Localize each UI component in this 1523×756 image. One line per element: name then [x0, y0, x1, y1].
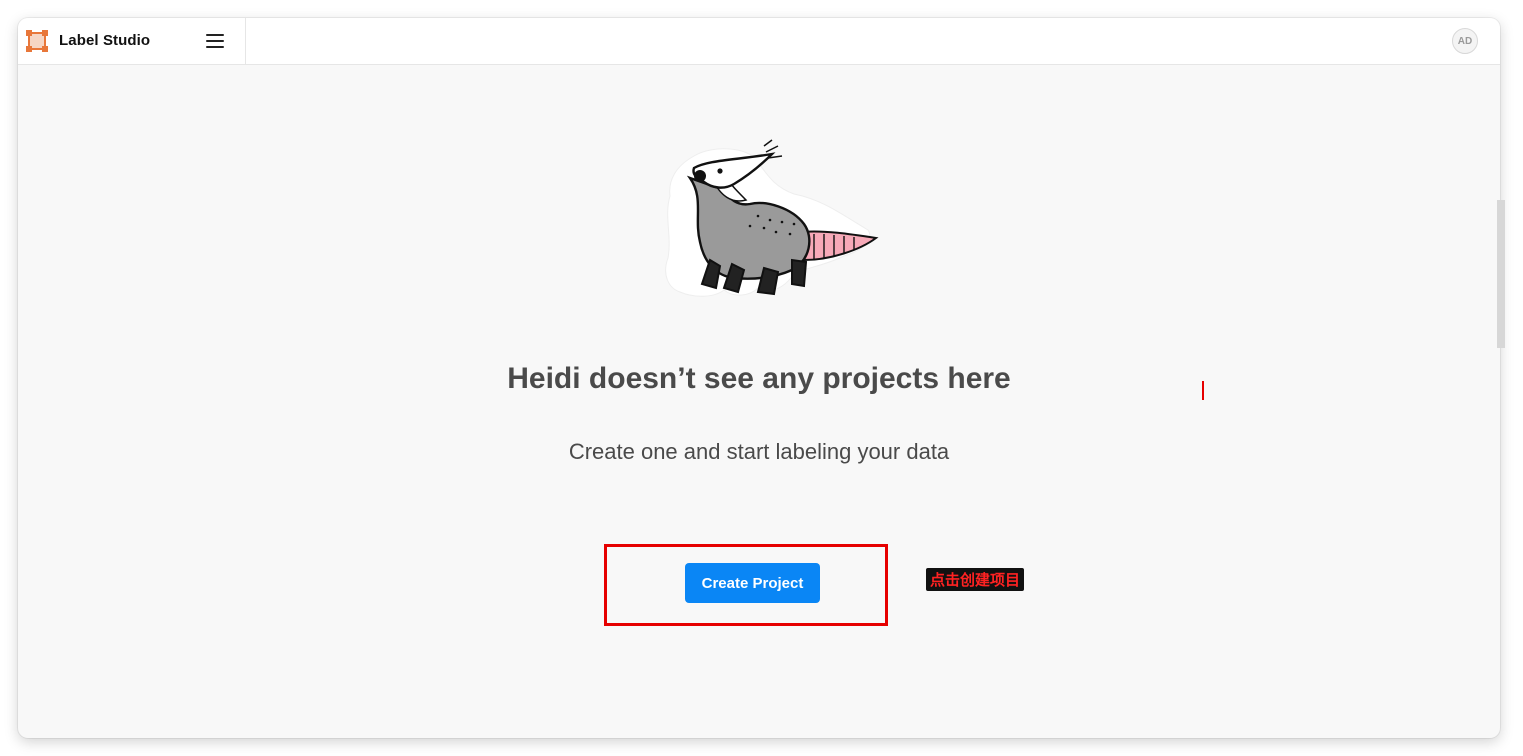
empty-state-subtitle: Create one and start labeling your data [568, 439, 950, 464]
brand-section: Label Studio [18, 18, 246, 64]
opossum-mascot-illustration [665, 139, 879, 297]
app-window: Label Studio AD Heidi doesn’t see any pr… [18, 18, 1500, 738]
user-avatar[interactable]: AD [1452, 28, 1478, 54]
hamburger-menu-icon[interactable] [205, 32, 225, 50]
text-cursor-mark [1202, 381, 1204, 400]
background-scrollbar-fragment [1497, 200, 1505, 348]
top-navigation-bar: Label Studio AD [18, 18, 1500, 65]
label-studio-logo-icon[interactable] [26, 30, 48, 52]
annotation-label: 点击创建项目 [926, 568, 1025, 591]
create-project-button[interactable]: Create Project [685, 563, 820, 603]
app-name[interactable]: Label Studio [59, 32, 150, 49]
empty-state-title: Heidi doesn’t see any projects here [507, 362, 1011, 395]
